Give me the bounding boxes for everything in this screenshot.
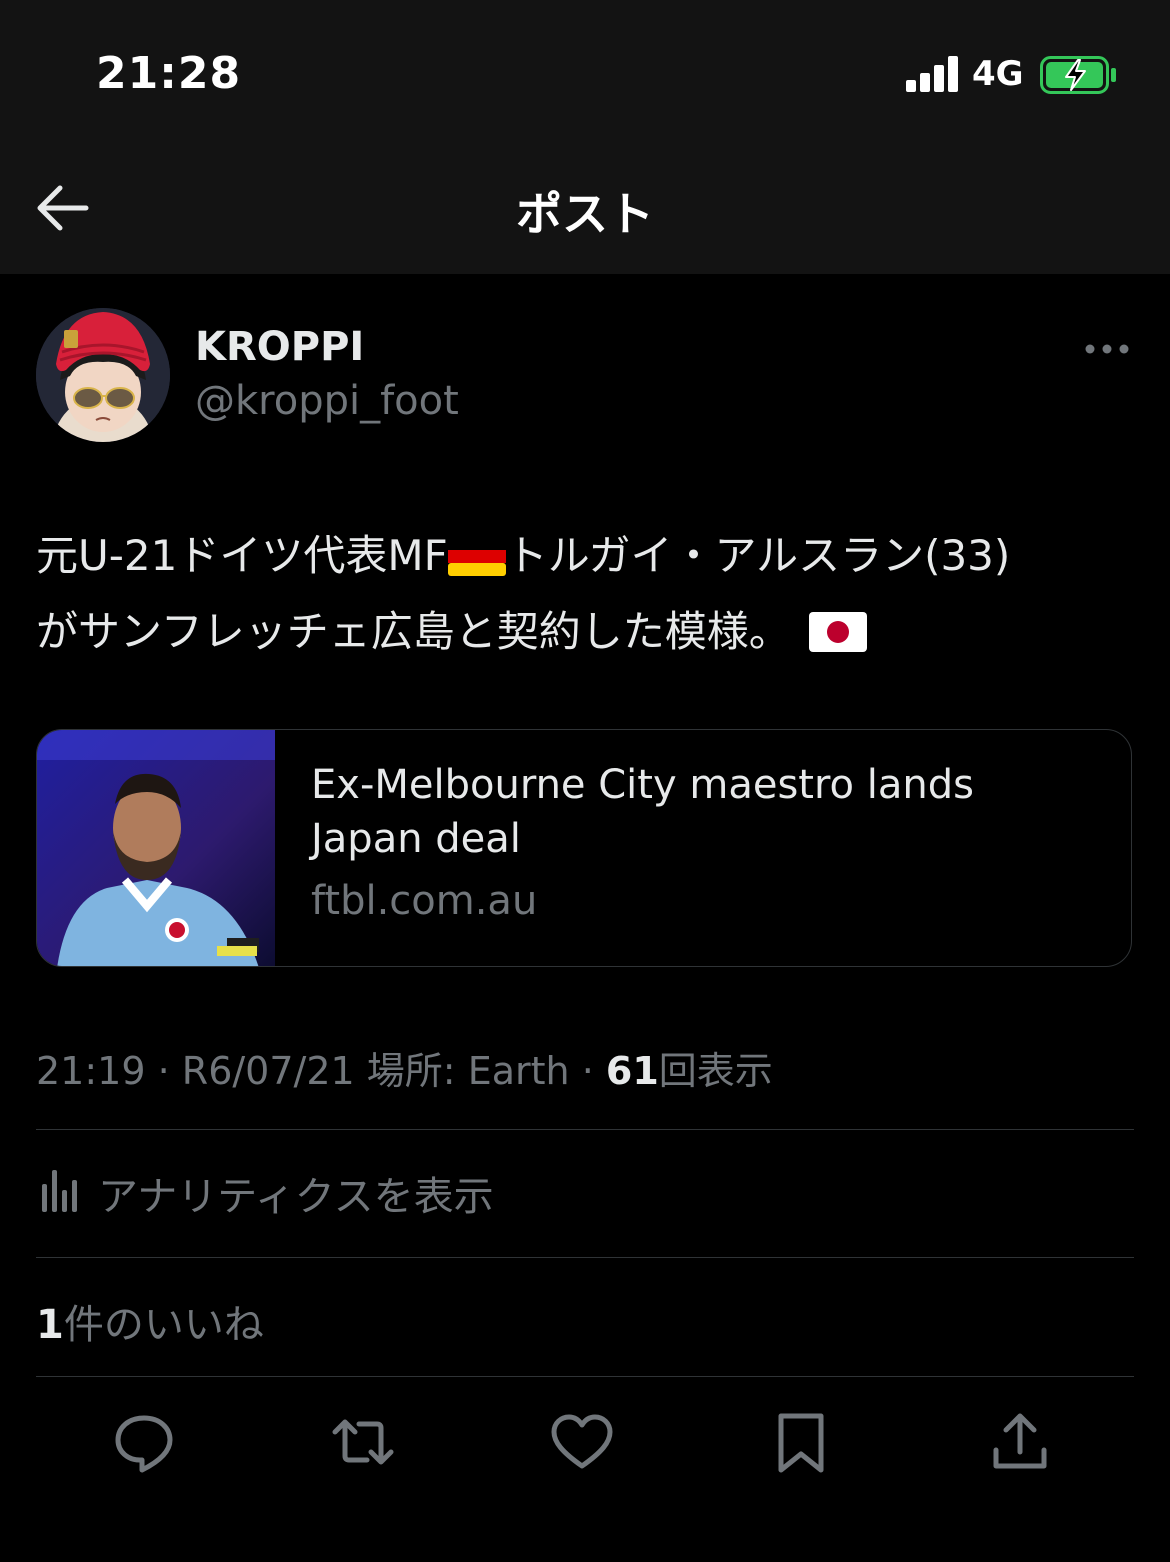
tweet-text: 元U-21ドイツ代表MF トルガイ・アルスラン(33) がサンフレッチェ広島と契約… — [36, 518, 1146, 670]
divider — [36, 1376, 1134, 1377]
tweet-time: 21:19 — [36, 1049, 146, 1093]
tweet-metadata: 21:19 · R6/07/21 場所: Earth · 61回表示 — [36, 1040, 773, 1095]
more-horizontal-icon — [1085, 344, 1129, 354]
japan-flag-icon — [808, 612, 867, 652]
divider — [36, 1257, 1134, 1258]
status-time: 21:28 — [96, 48, 242, 99]
link-preview-card[interactable]: Ex-Melbourne City maestro lands Japan de… — [36, 729, 1132, 967]
navigation-bar: ポスト — [0, 140, 1170, 274]
user-handle[interactable]: @kroppi_foot — [195, 378, 459, 424]
more-options-button[interactable] — [1084, 338, 1130, 360]
retweet-button[interactable] — [331, 1410, 395, 1474]
location-label: 場所: — [366, 1049, 456, 1093]
divider — [36, 1129, 1134, 1130]
tweet-location[interactable]: Earth — [468, 1049, 570, 1093]
bookmark-button[interactable] — [769, 1410, 833, 1474]
heart-icon — [551, 1414, 613, 1469]
likes-label: 件のいいね — [63, 1302, 264, 1348]
tweet-text-part: がサンフレッチェ広島と契約した模様。 — [36, 607, 791, 656]
link-card-title: Ex-Melbourne City maestro lands Japan de… — [311, 762, 974, 862]
page-title: ポスト — [516, 187, 654, 241]
retweet-icon — [332, 1419, 394, 1465]
signal-strength-icon — [906, 56, 960, 92]
status-bar: 21:28 4G — [0, 0, 1170, 140]
analytics-label: アナリティクスを表示 — [98, 1174, 494, 1220]
display-name[interactable]: KROPPI — [195, 324, 364, 370]
tweet-text-part: トルガイ・アルスラン(33) — [505, 531, 1011, 580]
bookmark-icon — [778, 1413, 824, 1473]
link-card-domain: ftbl.com.au — [311, 878, 538, 924]
link-preview-image — [37, 730, 275, 966]
reply-button[interactable] — [112, 1410, 176, 1474]
tweet-text-part: 元U-21ドイツ代表MF — [36, 531, 448, 580]
share-icon — [993, 1413, 1047, 1469]
germany-flag-icon — [447, 538, 506, 576]
meta-separator: · — [157, 1049, 170, 1093]
likes-count: 1 — [36, 1302, 64, 1348]
share-button[interactable] — [988, 1410, 1052, 1474]
tweet-date: R6/07/21 — [181, 1049, 355, 1093]
likes-summary[interactable]: 1件のいいね — [36, 1292, 264, 1350]
views-count: 61 — [605, 1049, 659, 1093]
bar-chart-icon — [42, 1170, 77, 1212]
meta-separator: · — [581, 1049, 594, 1093]
avatar[interactable] — [36, 308, 170, 442]
network-type: 4G — [972, 54, 1024, 94]
like-button[interactable] — [550, 1410, 614, 1474]
battery-charging-icon — [1040, 56, 1118, 94]
views-label: 回表示 — [658, 1049, 773, 1093]
reply-icon — [115, 1415, 173, 1473]
